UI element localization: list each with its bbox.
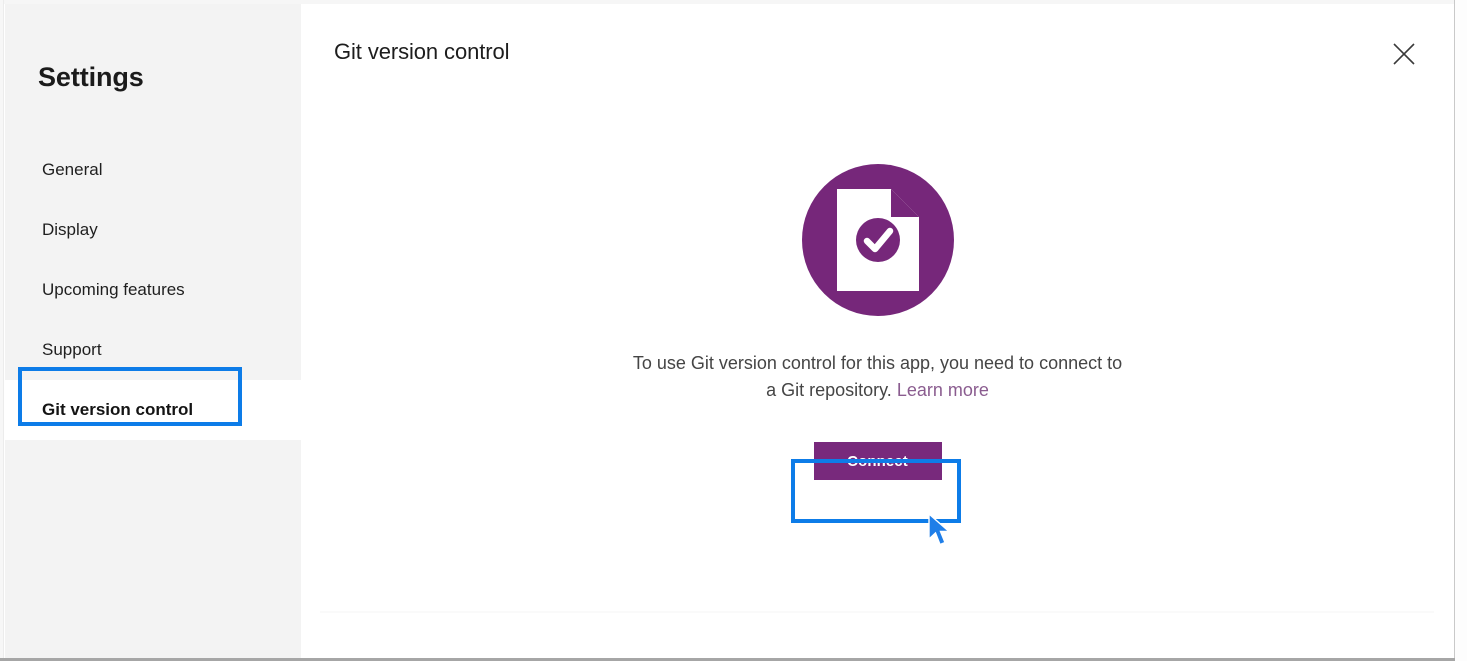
sidebar-title: Settings (38, 62, 144, 92)
sidebar-item-label: Upcoming features (42, 280, 185, 299)
document-check-circle-icon (801, 164, 954, 316)
empty-state-message: To use Git version control for this app,… (628, 350, 1128, 404)
close-button[interactable] (1382, 32, 1426, 76)
footer-divider (320, 611, 1434, 613)
settings-nav-list: General Display Upcoming features Suppor… (5, 140, 302, 440)
sidebar-item-label: Display (42, 220, 98, 239)
git-empty-state: To use Git version control for this app,… (301, 164, 1454, 480)
sidebar-item-label: Git version control (42, 400, 194, 419)
settings-content-panel: Git version control To use Git version c… (301, 4, 1454, 658)
sidebar-item-label: General (42, 160, 103, 179)
close-x-icon (1391, 41, 1417, 67)
learn-more-link[interactable]: Learn more (897, 380, 989, 400)
window-left-edge (0, 0, 4, 661)
connect-button-container: Connect (813, 442, 942, 480)
settings-sidebar: Settings General Display Upcoming featur… (5, 4, 302, 658)
connect-button[interactable]: Connect (813, 442, 942, 480)
empty-state-message-line-1: To use Git version control for this app,… (632, 353, 1035, 373)
page-title: Git version control (334, 39, 510, 64)
window-outside-right (1455, 0, 1467, 661)
sidebar-item-general[interactable]: General (5, 140, 301, 200)
sidebar-item-label: Support (42, 340, 102, 359)
sidebar-item-display[interactable]: Display (5, 200, 301, 260)
sidebar-item-support[interactable]: Support (5, 320, 301, 380)
sidebar-item-upcoming-features[interactable]: Upcoming features (5, 260, 301, 320)
sidebar-item-git-version-control[interactable]: Git version control (5, 380, 302, 440)
settings-dialog: Settings General Display Upcoming featur… (0, 0, 1467, 661)
